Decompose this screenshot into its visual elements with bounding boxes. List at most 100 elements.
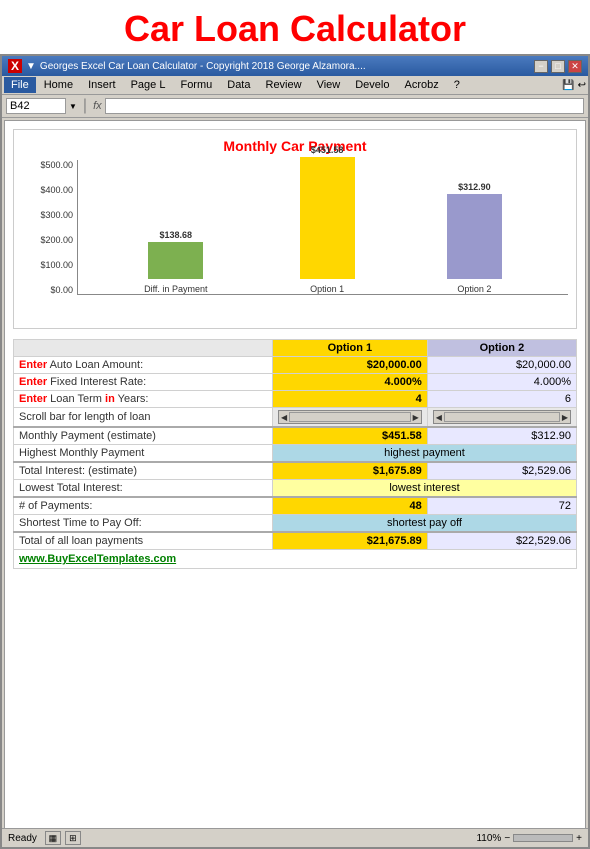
formula-bar: ▼ | fx (2, 95, 588, 118)
scrollbar-opt2[interactable]: ◀ ▶ (427, 408, 576, 428)
zoom-level: 110% (476, 833, 501, 844)
enter-label-3: Enter (19, 393, 47, 405)
website-text[interactable]: www.BuyExcelTemplates.com (19, 553, 176, 565)
y-label-200: $200.00 (40, 235, 73, 245)
page-break-icon[interactable]: ⊞ (65, 831, 81, 845)
cell-reference-input[interactable] (6, 98, 66, 114)
title-bar-icon2: ▼ (26, 61, 36, 72)
lowest-interest-label: Lowest Total Interest: (14, 480, 273, 498)
menu-data[interactable]: Data (220, 77, 257, 93)
scroll-left-arrow-1[interactable]: ◀ (281, 413, 287, 422)
bar-diff-label-top: $138.68 (160, 230, 193, 240)
y-label-400: $400.00 (40, 185, 73, 195)
restore-button[interactable]: □ (551, 60, 565, 73)
scroll-thumb-1[interactable] (289, 412, 411, 422)
y-label-0: $0.00 (50, 285, 73, 295)
menu-formulas[interactable]: Formu (173, 77, 219, 93)
undo-icon[interactable]: ↩ (578, 80, 586, 91)
menu-home[interactable]: Home (37, 77, 80, 93)
y-label-500: $500.00 (40, 160, 73, 170)
lowest-interest-value: lowest interest (272, 480, 576, 498)
menu-view[interactable]: View (310, 77, 348, 93)
bar-opt1 (300, 157, 355, 279)
table-row: Total of all loan payments $21,675.89 $2… (14, 532, 577, 550)
menu-bar: File Home Insert Page L Formu Data Revie… (2, 76, 588, 95)
enter-label-1: Enter (19, 359, 47, 371)
menu-acrobat[interactable]: Acrobz (397, 77, 445, 93)
shortest-payoff-value: shortest pay off (272, 515, 576, 533)
bar-opt1-label-top: $451.58 (311, 145, 344, 155)
bar-opt2-label-top: $312.90 (458, 182, 491, 192)
table-header-row: Option 1 Option 2 (14, 340, 577, 357)
row-term-opt1[interactable]: 4 (272, 391, 427, 408)
zoom-controls: 110% − + (476, 833, 582, 844)
website-link[interactable]: www.BuyExcelTemplates.com (14, 550, 577, 569)
title-bar-controls: − □ ✕ (534, 60, 582, 73)
scroll-right-arrow-1[interactable]: ▶ (413, 413, 419, 422)
formula-divider: | (80, 97, 90, 115)
in-label: in (105, 393, 115, 405)
scroll-right-arrow-2[interactable]: ▶ (562, 413, 568, 422)
formula-drop-arrow[interactable]: ▼ (69, 102, 77, 111)
num-payments-label: # of Payments: (14, 497, 273, 515)
table-row: # of Payments: 48 72 (14, 497, 577, 515)
excel-icon: X (8, 59, 22, 73)
row-loan-opt2[interactable]: $20,000.00 (427, 357, 576, 374)
menu-file[interactable]: File (4, 77, 36, 93)
total-interest-opt2: $2,529.06 (427, 462, 576, 480)
total-payments-opt1: $21,675.89 (272, 532, 427, 550)
row-loan-label: Enter Auto Loan Amount: (14, 357, 273, 374)
total-interest-label: Total Interest: (estimate) (14, 462, 273, 480)
row-loan-opt1[interactable]: $20,000.00 (272, 357, 427, 374)
monthly-payment-opt1: $451.58 (272, 427, 427, 445)
total-payments-label: Total of all loan payments (14, 532, 273, 550)
zoom-decrease-button[interactable]: − (504, 833, 510, 844)
formula-input[interactable] (105, 98, 584, 114)
row-rate-opt2[interactable]: 4.000% (427, 374, 576, 391)
table-row: Enter Auto Loan Amount: $20,000.00 $20,0… (14, 357, 577, 374)
chart-container: Monthly Car Payment $500.00 $400.00 $300… (13, 129, 577, 329)
page-layout-icon[interactable]: ▦ (45, 831, 61, 845)
zoom-increase-button[interactable]: + (576, 833, 582, 844)
title-bar: X ▼ Georges Excel Car Loan Calculator - … (2, 56, 588, 76)
bar-opt2 (447, 194, 502, 279)
scrollbar-label: Scroll bar for length of loan (14, 408, 273, 428)
row-term-opt2[interactable]: 6 (427, 391, 576, 408)
close-button[interactable]: ✕ (568, 60, 582, 73)
bar-group-diff: $138.68 Diff. in Payment (144, 230, 207, 294)
menu-help[interactable]: ? (447, 77, 467, 93)
status-icons: ▦ ⊞ (45, 831, 81, 845)
bar-diff-label-bottom: Diff. in Payment (144, 284, 207, 294)
title-bar-left: X ▼ Georges Excel Car Loan Calculator - … (8, 59, 366, 73)
menu-page-layout[interactable]: Page L (124, 77, 173, 93)
table-row-scrollbar: Scroll bar for length of loan ◀ ▶ ◀ ▶ (14, 408, 577, 428)
formula-fx: fx (93, 100, 102, 112)
menu-insert[interactable]: Insert (81, 77, 123, 93)
zoom-slider[interactable] (513, 834, 573, 842)
table-row: Shortest Time to Pay Off: shortest pay o… (14, 515, 577, 533)
total-interest-opt1: $1,675.89 (272, 462, 427, 480)
scroll-left-arrow-2[interactable]: ◀ (436, 413, 442, 422)
table-row: Monthly Payment (estimate) $451.58 $312.… (14, 427, 577, 445)
scroll-thumb-2[interactable] (444, 412, 560, 422)
monthly-payment-label: Monthly Payment (estimate) (14, 427, 273, 445)
shortest-payoff-label: Shortest Time to Pay Off: (14, 515, 273, 533)
table-row-website: www.BuyExcelTemplates.com (14, 550, 577, 569)
bars-area: $138.68 Diff. in Payment $451.58 Option … (77, 160, 568, 295)
save-icon[interactable]: 💾 (562, 80, 574, 91)
monthly-payment-opt2: $312.90 (427, 427, 576, 445)
menu-developer[interactable]: Develo (348, 77, 396, 93)
minimize-button[interactable]: − (534, 60, 548, 73)
menu-review[interactable]: Review (259, 77, 309, 93)
num-payments-opt2: 72 (427, 497, 576, 515)
table-row: Highest Monthly Payment highest payment (14, 445, 577, 463)
num-payments-opt1: 48 (272, 497, 427, 515)
y-axis: $500.00 $400.00 $300.00 $200.00 $100.00 … (22, 160, 77, 295)
spreadsheet-area: Monthly Car Payment $500.00 $400.00 $300… (4, 120, 586, 831)
chart-title: Monthly Car Payment (22, 138, 568, 154)
row-rate-opt1[interactable]: 4.000% (272, 374, 427, 391)
bar-group-opt1: $451.58 Option 1 (300, 145, 355, 294)
header-empty (14, 340, 273, 357)
ribbon-icons: 💾 ↩ (562, 80, 586, 91)
scrollbar-opt1[interactable]: ◀ ▶ (272, 408, 427, 428)
